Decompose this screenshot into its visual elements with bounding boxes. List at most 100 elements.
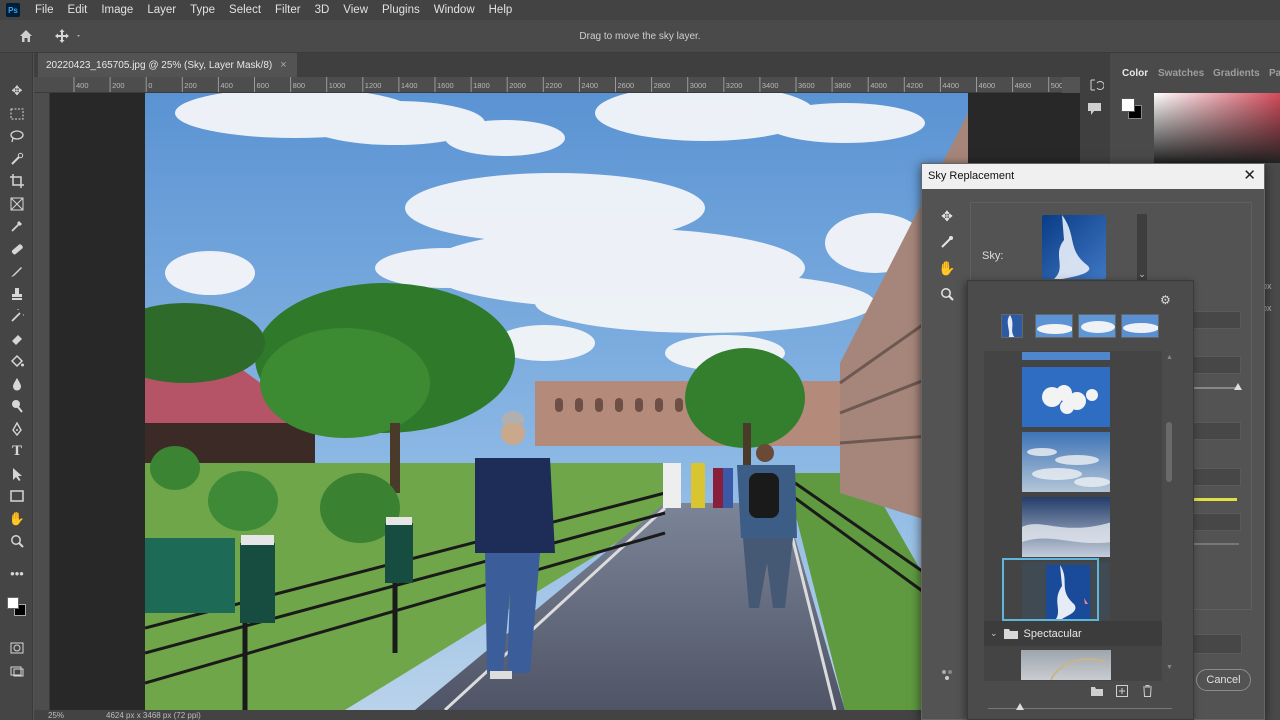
path-selection-tool-icon[interactable] (6, 464, 28, 484)
comments-panel-icon[interactable] (1086, 101, 1104, 117)
delete-icon[interactable] (1142, 685, 1153, 697)
sky-preset-1[interactable] (1021, 366, 1111, 428)
document-title: 20220423_165705.jpg @ 25% (Sky, Layer Ma… (46, 59, 273, 71)
blur-tool-icon[interactable] (6, 374, 28, 394)
foreground-background-swatch[interactable] (1120, 97, 1144, 121)
menu-window[interactable]: Window (427, 0, 482, 20)
ruler-tick-label: 400 (220, 81, 233, 90)
frame-tool-icon[interactable] (6, 194, 28, 214)
sky-dropdown-toggle[interactable]: ⌄ (1137, 214, 1147, 280)
move-tool-icon[interactable]: ✥ (6, 81, 28, 101)
preset-scrollbar[interactable]: ▲ ▼ (1164, 354, 1174, 674)
recent-sky-thumb-4[interactable] (1121, 314, 1159, 338)
recent-sky-thumb-3[interactable] (1078, 314, 1116, 338)
history-panel-icon[interactable] (1086, 77, 1105, 93)
status-document-info: 4624 px x 3468 px (72 ppi) (106, 711, 201, 720)
menu-bar: Ps File Edit Image Layer Type Select Fil… (0, 0, 1280, 20)
sky-move-tool-icon[interactable]: ✥ (936, 205, 958, 227)
menu-filter[interactable]: Filter (268, 0, 308, 20)
rectangle-tool-icon[interactable] (6, 486, 28, 506)
clone-stamp-tool-icon[interactable] (6, 284, 28, 304)
status-zoom[interactable]: 25% (48, 711, 64, 720)
chevron-down-icon: ⌄ (990, 628, 998, 638)
dodge-tool-icon[interactable] (6, 396, 28, 416)
sky-preset-3[interactable] (1021, 496, 1111, 558)
photo-scene (145, 93, 968, 710)
ruler-tick-label: 4600 (978, 81, 996, 90)
tab-color[interactable]: Color (1122, 68, 1148, 79)
selected-preset-outline (1002, 558, 1099, 621)
lasso-tool-icon[interactable] (6, 126, 28, 146)
ruler-tick-label: 3200 (725, 81, 743, 90)
recent-sky-thumb-2[interactable] (1035, 314, 1073, 338)
dialog-title-bar: Sky Replacement (922, 164, 1264, 189)
preset-folder-spectacular[interactable]: ⌄ Spectacular (984, 621, 1162, 646)
sky-preset-2[interactable] (1021, 431, 1111, 493)
document-tab[interactable]: 20220423_165705.jpg @ 25% (Sky, Layer Ma… (38, 53, 297, 77)
sky-preset-picker: ⚙ ⌄ Spectacular ▲ ▼ (967, 280, 1194, 720)
healing-brush-tool-icon[interactable] (6, 239, 28, 259)
crop-tool-icon[interactable] (6, 171, 28, 191)
paint-bucket-tool-icon[interactable] (6, 351, 28, 371)
tools-panel: ✥ T ✋ ••• (0, 53, 33, 720)
scrollbar-thumb[interactable] (1166, 422, 1172, 482)
marquee-tool-icon[interactable] (6, 104, 28, 124)
cancel-button[interactable]: Cancel (1196, 669, 1251, 691)
brush-tool-icon[interactable] (6, 261, 28, 281)
hand-tool-icon[interactable]: ✋ (936, 257, 958, 279)
pen-tool-icon[interactable] (6, 419, 28, 439)
sky-preset-partial[interactable] (1021, 351, 1111, 361)
zoom-tool-icon[interactable] (936, 283, 958, 305)
ruler-tick-label: 5000 (1050, 81, 1062, 90)
sky-preset-5[interactable] (1021, 650, 1111, 680)
menu-select[interactable]: Select (222, 0, 268, 20)
close-icon[interactable]: ✕ (1243, 164, 1256, 188)
add-sky-icon[interactable] (1116, 685, 1128, 697)
new-folder-icon[interactable] (1091, 686, 1103, 696)
menu-layer[interactable]: Layer (140, 0, 183, 20)
gear-icon[interactable]: ⚙ (1160, 293, 1171, 307)
selected-sky-thumbnail[interactable] (1042, 215, 1106, 279)
eraser-tool-icon[interactable] (6, 329, 28, 349)
thumbnail-size-slider[interactable] (1016, 703, 1024, 710)
history-brush-tool-icon[interactable] (6, 306, 28, 326)
menu-edit[interactable]: Edit (61, 0, 95, 20)
ruler-tick-label: 1200 (364, 81, 382, 90)
tab-gradients[interactable]: Gradients (1213, 68, 1260, 79)
menu-type[interactable]: Type (183, 0, 222, 20)
foreground-background-color-icon[interactable] (6, 596, 28, 618)
tab-swatches[interactable]: Swatches (1158, 68, 1204, 79)
ruler-tick-label: 4200 (906, 81, 923, 90)
more-tools-icon[interactable]: ••• (6, 563, 28, 583)
vertical-ruler (34, 93, 50, 710)
ruler-tick-label: 400 (76, 81, 89, 90)
sky-brush-tool-icon[interactable] (936, 231, 958, 253)
ruler-tick-label: 200 (184, 81, 197, 90)
slider-highlight[interactable] (1189, 498, 1237, 501)
options-hint-text: Drag to move the sky layer. (579, 31, 701, 42)
screen-mode-icon[interactable] (6, 661, 28, 681)
menu-image[interactable]: Image (94, 0, 140, 20)
ruler-tick-label: 3800 (834, 81, 851, 90)
recent-sky-thumb-1[interactable] (1001, 314, 1023, 338)
document-image[interactable] (145, 93, 968, 710)
tab-patterns[interactable]: Pa (1269, 68, 1280, 79)
quick-mask-icon[interactable] (6, 638, 28, 658)
hand-tool-icon[interactable]: ✋ (6, 509, 28, 529)
menu-view[interactable]: View (336, 0, 375, 20)
menu-help[interactable]: Help (482, 0, 520, 20)
close-tab-icon[interactable]: × (280, 59, 286, 71)
ruler-tick-label: 0 (148, 81, 153, 90)
eyedropper-tool-icon[interactable] (6, 216, 28, 236)
menu-3d[interactable]: 3D (308, 0, 337, 20)
ruler-tick-label: 3400 (761, 81, 779, 90)
ruler-tick-label: 3000 (689, 81, 707, 90)
quick-selection-tool-icon[interactable] (6, 149, 28, 169)
type-tool-icon[interactable]: T (6, 441, 28, 461)
color-picker-field[interactable] (1154, 93, 1280, 163)
zoom-tool-icon[interactable] (6, 531, 28, 551)
dialog-status-icon (936, 664, 958, 686)
menu-file[interactable]: File (28, 0, 61, 20)
menu-plugins[interactable]: Plugins (375, 0, 427, 20)
ruler-tick-label: 1400 (400, 81, 418, 90)
